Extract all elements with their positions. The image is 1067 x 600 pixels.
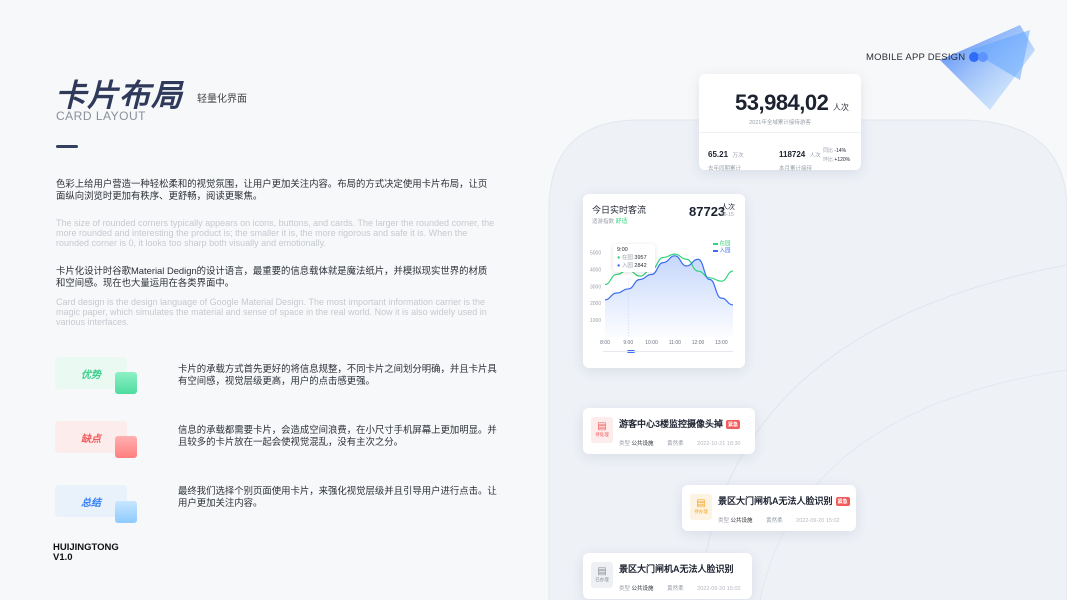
mobile-app-label: MOBILE APP DESIGN bbox=[866, 52, 966, 63]
task-3-status: 已办理 bbox=[595, 577, 609, 582]
y-tick-label: 5000 bbox=[590, 250, 601, 256]
chart-tooltip: 9:00 ● 在园 3957 ● 入园 2842 bbox=[613, 244, 655, 272]
stats-last-year: 65.21 万次 去年同期累计 bbox=[708, 144, 744, 172]
summary-accent bbox=[115, 501, 137, 523]
summary-text: 最终我们选择个别页面使用卡片，来强化视觉层级并且引导用户进行点击。让用户更加关注… bbox=[178, 485, 497, 508]
tooltip-in-park: ● 在园 3957 bbox=[617, 255, 647, 261]
summary-label: 总结 bbox=[81, 497, 101, 509]
visitor-stats-card[interactable]: 53,984,02 人次 2021年全域累计接待游客 65.21 万次 去年同期… bbox=[699, 74, 861, 172]
y-tick-label: 3000 bbox=[590, 284, 601, 290]
brand-block: HUIJINGTONG V1.0 bbox=[53, 543, 119, 563]
x-tick-label: 12:00 bbox=[692, 340, 705, 346]
task-card-2[interactable]: ▤ 待办理 景区大门闸机A无法人脸识别 紧急 类型 公共设施 黄然柔 2022-0… bbox=[682, 485, 856, 531]
stats-total-unit: 人次 bbox=[832, 103, 849, 112]
stats-ratios: 同比 -14% 环比 +120% bbox=[823, 147, 850, 165]
task-1-title: 游客中心3楼监控摄像头掉 紧急 bbox=[619, 419, 741, 430]
disadvantage-label: 缺点 bbox=[81, 433, 101, 445]
advantage-text: 卡片的承载方式首先更好的将信息规整，不同卡片之间划分明确，并且卡片具有空间感，视… bbox=[178, 363, 497, 386]
advantage-label: 优势 bbox=[81, 369, 101, 381]
stats-last-year-caption: 去年同期累计 bbox=[708, 166, 742, 172]
task-3-title: 景区大门闸机A无法人脸识别 bbox=[619, 564, 734, 574]
task-2-badge: 紧急 bbox=[835, 497, 850, 507]
chart-scroll-track bbox=[603, 351, 733, 352]
stats-caption: 2021年全域累计接待游客 bbox=[749, 120, 811, 126]
intro-paragraph-en: The size of rounded corners typically ap… bbox=[56, 218, 495, 248]
disadvantage-accent bbox=[115, 436, 137, 458]
brand-dot-icon-2 bbox=[978, 52, 988, 62]
y-tick-label: 4000 bbox=[590, 267, 601, 273]
material-paragraph: 卡片化设计时谷歌Material Dedign的设计语言，最重要的信息载体就是魔… bbox=[56, 265, 488, 288]
x-tick-label: 10:00 bbox=[645, 340, 658, 346]
stats-value-row: 53,984,02 人次 bbox=[735, 90, 849, 116]
task-1-status: 待处理 bbox=[595, 432, 609, 437]
stats-month-unit: 人次 bbox=[809, 153, 821, 159]
task-2-title: 景区大门闸机A无法人脸识别 紧急 bbox=[718, 496, 850, 507]
mom-label: 环比 bbox=[823, 157, 834, 163]
y-tick-label: 2000 bbox=[590, 301, 601, 307]
task-3-meta: 类型 公共设施 黄然柔 2022-09-20 15:02 bbox=[619, 586, 741, 592]
stats-total-value: 53,984,02 bbox=[735, 90, 829, 115]
task-1-meta: 类型 公共设施 黄然柔 2022-10-21 18:30 bbox=[619, 441, 741, 447]
x-tick-label: 11:00 bbox=[669, 340, 681, 346]
x-tick-label: 9:00 bbox=[623, 340, 633, 346]
processing-icon: ▤ 待办理 bbox=[690, 494, 712, 520]
stats-last-year-value: 65.21 bbox=[708, 150, 729, 159]
stats-month-caption: 本月累计接待 bbox=[779, 166, 813, 172]
stats-month-value: 118724 bbox=[779, 150, 806, 159]
page-title-en: CARD LAYOUT bbox=[56, 109, 146, 123]
done-icon: ▤ 已办理 bbox=[591, 562, 613, 588]
yoy-value: -14% bbox=[834, 148, 847, 154]
page-subtitle: 轻量化界面 bbox=[197, 94, 247, 105]
task-card-3[interactable]: ▤ 已办理 景区大门闸机A无法人脸识别 类型 公共设施 黄然柔 2022-09-… bbox=[583, 553, 752, 599]
mom-value: +120% bbox=[834, 157, 851, 163]
stats-divider bbox=[699, 132, 861, 133]
disadvantage-text: 信息的承载都需要卡片，会造成空间浪费，在小尺寸手机屏幕上更加明显。并且较多的卡片… bbox=[178, 424, 497, 447]
advantage-accent bbox=[115, 372, 137, 394]
stats-month: 118724 人次 本月累计接待 bbox=[779, 144, 821, 172]
task-1-badge: 紧急 bbox=[726, 420, 741, 430]
intro-paragraph: 色彩上给用户营造一种轻松柔和的视觉氛围，让用户更加关注内容。布局的方式决定使用卡… bbox=[56, 178, 488, 201]
yoy-label: 同比 bbox=[823, 148, 834, 154]
material-paragraph-en: Card design is the design language of Go… bbox=[56, 297, 487, 327]
realtime-flow-card[interactable]: 今日实时客流 适游指数 舒适 87723 人次 06-15 在园 入园 5000… bbox=[583, 194, 745, 368]
y-tick-label: 1000 bbox=[590, 318, 601, 324]
title-divider bbox=[56, 145, 78, 148]
blue-gradient-shape bbox=[940, 25, 1035, 110]
task-2-meta: 类型 公共设施 黄然柔 2022-09-20 15:02 bbox=[718, 518, 840, 524]
flow-line-chart: 5000 4000 3000 2000 1000 8:00 9:00 10:00 11:00 1… bbox=[590, 250, 734, 353]
tooltip-enter: ● 入园 2842 bbox=[617, 263, 647, 269]
task-2-status: 待办理 bbox=[694, 509, 708, 514]
brand-version: V1.0 bbox=[53, 552, 73, 563]
stats-last-year-unit: 万次 bbox=[732, 153, 744, 159]
pending-icon: ▤ 待处理 bbox=[591, 417, 613, 443]
x-tick-label: 13:00 bbox=[715, 340, 728, 346]
task-card-1[interactable]: ▤ 待处理 游客中心3楼监控摄像头掉 紧急 类型 公共设施 黄然柔 2022-10… bbox=[583, 408, 755, 454]
tooltip-time: 9:00 bbox=[617, 247, 628, 253]
x-tick-label: 8:00 bbox=[600, 340, 610, 346]
